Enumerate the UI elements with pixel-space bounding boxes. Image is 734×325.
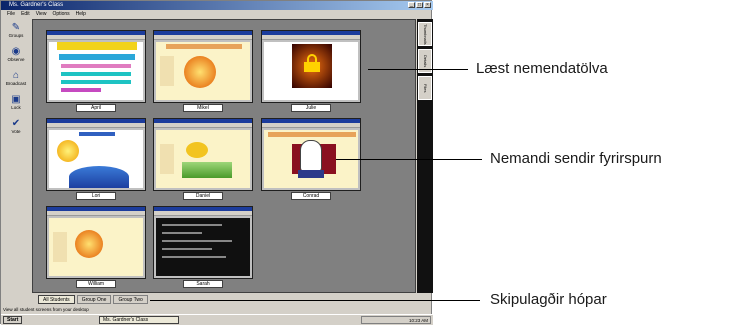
student-thumbnail[interactable]: William bbox=[46, 206, 146, 289]
window-titlebar: Ms. Gardner's Class _ □ × bbox=[1, 1, 433, 10]
start-button[interactable]: Start bbox=[3, 316, 23, 324]
student-name: Daniel bbox=[183, 192, 223, 200]
observe-button[interactable]: ◉ Observe bbox=[3, 43, 29, 65]
callout-locked: Læst nemendatölva bbox=[476, 60, 608, 77]
student-screen-locked[interactable] bbox=[261, 30, 361, 103]
student-thumbnail[interactable]: Lori bbox=[46, 118, 146, 201]
callout-line-request bbox=[336, 159, 482, 160]
groups-icon: ✎ bbox=[11, 22, 21, 33]
callout-line-groups bbox=[150, 300, 480, 301]
student-screen-request[interactable] bbox=[261, 118, 361, 191]
status-bar: View all student screens from your deskt… bbox=[3, 307, 89, 312]
raised-hand-icon bbox=[300, 140, 322, 172]
student-name: Lori bbox=[76, 192, 116, 200]
lock-icon: ▣ bbox=[11, 94, 21, 105]
student-name: Sarah bbox=[183, 280, 223, 288]
broadcast-button[interactable]: ⌂ Broadcast bbox=[3, 67, 29, 89]
groups-button[interactable]: ✎ Groups bbox=[3, 19, 29, 41]
student-thumbnail[interactable]: Daniel bbox=[153, 118, 253, 201]
observe-label: Observe bbox=[7, 57, 25, 62]
vote-icon: ✔ bbox=[11, 118, 21, 129]
student-screen[interactable] bbox=[46, 118, 146, 191]
callout-line-locked bbox=[368, 69, 468, 70]
windows-taskbar: Start Ms. Gardner's Class 10:23 AM bbox=[1, 314, 433, 325]
side-tab-strip: Thumbnails Details Files bbox=[417, 19, 433, 293]
vote-label: Vote bbox=[11, 129, 21, 134]
lock-label: Lock bbox=[11, 105, 21, 110]
lock-button[interactable]: ▣ Lock bbox=[3, 91, 29, 113]
student-name: April bbox=[76, 104, 116, 112]
student-screen[interactable] bbox=[153, 30, 253, 103]
left-toolbar: ✎ Groups ◉ Observe ⌂ Broadcast ▣ Lock ✔ … bbox=[3, 19, 31, 299]
system-tray-clock: 10:23 AM bbox=[361, 316, 431, 324]
callout-request: Nemandi sendir fyrirspurn bbox=[490, 150, 662, 167]
tab-all-students[interactable]: All Students bbox=[38, 295, 75, 304]
classroom-app-window: Ms. Gardner's Class _ □ × File Edit View… bbox=[0, 0, 433, 325]
menu-options[interactable]: Options bbox=[52, 10, 69, 18]
student-name: Julie bbox=[291, 104, 331, 112]
groups-label: Groups bbox=[8, 33, 24, 38]
menu-help[interactable]: Help bbox=[76, 10, 86, 18]
student-thumbnail[interactable]: April bbox=[46, 30, 146, 113]
menu-file[interactable]: File bbox=[7, 10, 15, 18]
tab-group-one[interactable]: Group One bbox=[76, 295, 112, 304]
student-thumbnail-locked[interactable]: Julie bbox=[261, 30, 361, 113]
student-screen[interactable] bbox=[46, 206, 146, 279]
menu-bar: File Edit View Options Help bbox=[1, 10, 433, 18]
close-button[interactable]: × bbox=[424, 2, 431, 8]
student-thumbnail[interactable]: Mikel bbox=[153, 30, 253, 113]
menu-view[interactable]: View bbox=[36, 10, 47, 18]
student-name: William bbox=[76, 280, 116, 288]
side-tab-thumbnails[interactable]: Thumbnails bbox=[418, 22, 432, 46]
observe-icon: ◉ bbox=[11, 46, 21, 57]
window-title: Ms. Gardner's Class bbox=[9, 2, 64, 8]
student-screen[interactable] bbox=[153, 118, 253, 191]
student-name: Conrad bbox=[291, 192, 331, 200]
tab-group-two[interactable]: Group Two bbox=[113, 295, 148, 304]
broadcast-label: Broadcast bbox=[5, 81, 27, 86]
vote-button[interactable]: ✔ Vote bbox=[3, 115, 29, 137]
padlock-icon bbox=[304, 54, 320, 72]
student-name: Mikel bbox=[183, 104, 223, 112]
student-screen[interactable] bbox=[153, 206, 253, 279]
thumbnail-workspace: April Mikel Julie Lori Daniel Conrad Wil… bbox=[32, 19, 416, 293]
minimize-button[interactable]: _ bbox=[408, 2, 415, 8]
broadcast-icon: ⌂ bbox=[12, 70, 20, 81]
callout-groups: Skipulagðir hópar bbox=[490, 291, 607, 308]
side-tab-files[interactable]: Files bbox=[418, 76, 432, 100]
taskbar-app-button[interactable]: Ms. Gardner's Class bbox=[99, 316, 179, 324]
group-tabs: All Students Group One Group Two bbox=[32, 295, 148, 305]
student-thumbnail[interactable]: Sarah bbox=[153, 206, 253, 289]
student-screen[interactable] bbox=[46, 30, 146, 103]
maximize-button[interactable]: □ bbox=[416, 2, 423, 8]
menu-edit[interactable]: Edit bbox=[21, 10, 30, 18]
